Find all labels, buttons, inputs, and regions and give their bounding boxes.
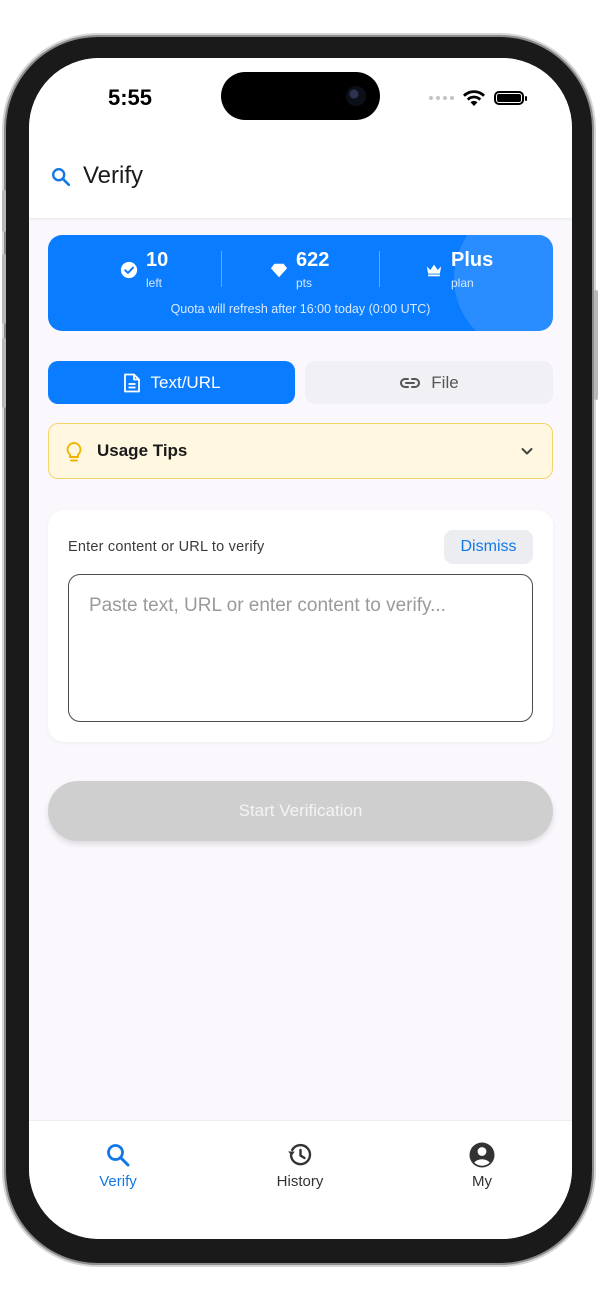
tab-file[interactable]: File (305, 361, 553, 404)
tab-text-url-label: Text/URL (150, 372, 221, 392)
status-icons (429, 88, 527, 108)
lightbulb-icon (66, 442, 82, 462)
document-icon (123, 373, 140, 392)
search-icon (107, 1144, 130, 1167)
status-time: 5:55 (108, 85, 153, 110)
plan-value: Plus (451, 249, 494, 271)
link-icon (400, 377, 421, 388)
content-input-label: Enter content or URL to verify (68, 539, 265, 555)
volume-up-button (2, 254, 6, 324)
volume-down-button (2, 338, 6, 408)
check-circle-icon (120, 261, 138, 279)
nav-label-my: My (472, 1173, 492, 1190)
diamond-icon (270, 263, 288, 278)
nav-item-verify[interactable]: Verify (58, 1141, 178, 1190)
cellular-signal-icon (429, 96, 454, 100)
crown-icon (426, 264, 442, 277)
points-label: pts (296, 276, 313, 290)
app-bar: Verify (29, 158, 572, 219)
chevron-down-icon (521, 448, 533, 455)
wifi-icon (463, 90, 485, 106)
plan-label: plan (451, 276, 474, 290)
dismiss-button[interactable]: Dismiss (444, 530, 533, 564)
history-icon (288, 1143, 312, 1166)
stat-divider (379, 251, 380, 287)
tab-file-label: File (431, 372, 459, 392)
page-title: Verify (83, 162, 144, 189)
content-textarea[interactable]: Paste text, URL or enter content to veri… (68, 574, 533, 722)
usage-tips-expander[interactable]: Usage Tips (48, 423, 553, 479)
nav-label-verify: Verify (99, 1173, 137, 1190)
remaining-value: 10 (146, 249, 169, 271)
phone-screen: 5:55 Verify 10 left 622 pts Plus plan Qu… (29, 58, 572, 1239)
dynamic-island (221, 72, 380, 120)
tab-text-url[interactable]: Text/URL (48, 361, 295, 404)
camera-icon (346, 86, 366, 106)
content-input-card: Enter content or URL to verify Dismiss P… (48, 510, 553, 742)
account-circle-icon (469, 1142, 495, 1168)
battery-icon (494, 91, 527, 105)
remaining-label: left (146, 276, 163, 290)
nav-item-my[interactable]: My (422, 1141, 542, 1190)
stat-divider (221, 251, 222, 287)
power-button (594, 290, 598, 400)
nav-label-history: History (276, 1173, 324, 1190)
start-verification-button[interactable]: Start Verification (48, 781, 553, 841)
search-icon (52, 168, 71, 187)
nav-item-history[interactable]: History (240, 1141, 360, 1190)
points-value: 622 (296, 249, 330, 271)
mute-switch (2, 190, 6, 232)
usage-tips-label: Usage Tips (97, 441, 188, 460)
quota-refresh-note: Quota will refresh after 16:00 today (0:… (170, 302, 431, 316)
status-bar: 5:55 (29, 58, 572, 158)
quota-card: 10 left 622 pts Plus plan Quota will ref… (48, 235, 553, 331)
bottom-navigation: Verify History My (29, 1120, 572, 1239)
